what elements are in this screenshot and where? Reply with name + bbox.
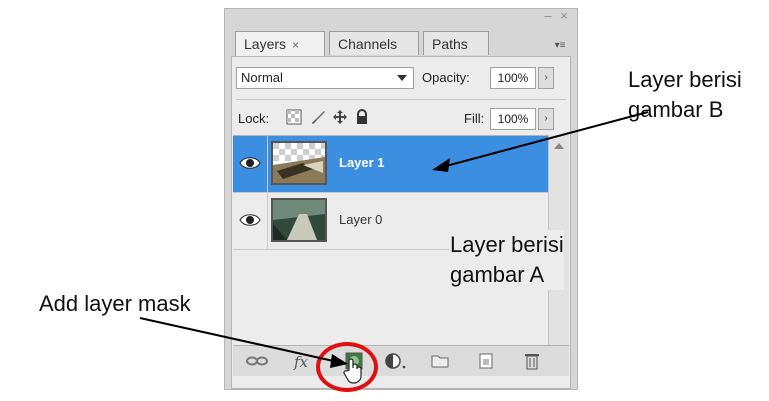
blend-mode-value: Normal <box>241 70 283 85</box>
annotation-layer-b-line2: gambar B <box>628 97 724 122</box>
panel-menu-button[interactable]: ▾≡ <box>551 39 569 53</box>
lock-fill-row: Lock: Fill: 100% › <box>236 99 566 134</box>
eye-icon[interactable] <box>239 211 261 229</box>
annotation-add-layer-mask: Add layer mask <box>39 291 191 316</box>
trash-icon[interactable] <box>523 352 541 370</box>
layer-row-layer-1[interactable]: Layer 1 <box>233 136 551 193</box>
highlight-circle <box>316 342 378 392</box>
opacity-label: Opacity: <box>422 70 470 85</box>
tab-layers[interactable]: Layers × <box>235 31 325 57</box>
annotation-layer-b-line1: Layer berisi <box>628 67 742 92</box>
layer-name[interactable]: Layer 0 <box>339 212 382 227</box>
link-icon[interactable] <box>245 352 268 370</box>
fill-field[interactable]: 100% <box>490 108 536 130</box>
panel-titlebar: – × <box>225 9 577 25</box>
lock-position-move-icon[interactable] <box>332 109 348 125</box>
layer-thumbnail <box>271 141 327 185</box>
blend-mode-select[interactable]: Normal <box>236 67 414 89</box>
tab-layers-label: Layers <box>244 36 287 52</box>
tab-paths-label: Paths <box>432 36 468 52</box>
tab-close-icon[interactable]: × <box>292 38 299 52</box>
annotation-layer-a-line1: Layer berisi <box>450 232 564 257</box>
annotation-layer-b: Layer berisi gambar B <box>628 65 742 125</box>
chevron-down-icon <box>397 75 407 81</box>
fx-icon[interactable]: fx <box>293 352 311 371</box>
tab-channels-label: Channels <box>338 36 398 52</box>
adjustment-layer-icon[interactable] <box>385 352 406 370</box>
lock-label: Lock: <box>238 111 270 126</box>
svg-text:fx: fx <box>293 353 309 370</box>
fill-label: Fill: <box>464 111 485 126</box>
eye-icon[interactable] <box>239 154 261 172</box>
layers-bottom-toolbar: fx <box>233 345 569 376</box>
lock-pixels-brush-icon[interactable] <box>310 109 326 125</box>
layer-name[interactable]: Layer 1 <box>339 155 385 170</box>
panel-tabs: Layers × Channels Paths <box>235 31 567 57</box>
layers-panel: – × Layers × Channels Paths ▾≡ Normal Opa… <box>224 8 578 390</box>
close-button[interactable]: × <box>557 9 571 23</box>
scroll-up-icon[interactable] <box>554 143 564 149</box>
visibility-cell <box>233 136 268 192</box>
layer-thumbnail <box>271 198 327 242</box>
tab-channels[interactable]: Channels <box>329 31 419 55</box>
opacity-field[interactable]: 100% <box>490 67 536 89</box>
fill-slider-button[interactable]: › <box>538 108 554 130</box>
blend-opacity-row: Normal Opacity: 100% › <box>236 63 566 93</box>
folder-icon[interactable] <box>431 352 449 370</box>
opacity-slider-button[interactable]: › <box>538 67 554 89</box>
tab-paths[interactable]: Paths <box>423 31 489 55</box>
lock-transparency-icon[interactable] <box>286 109 302 125</box>
visibility-cell <box>233 193 268 249</box>
lock-all-icon[interactable] <box>354 109 370 125</box>
annotation-layer-a-line2: gambar A <box>450 262 545 287</box>
new-layer-icon[interactable] <box>477 352 495 370</box>
minimize-button[interactable]: – <box>541 9 555 23</box>
annotation-layer-a: Layer berisi gambar A <box>450 230 564 290</box>
